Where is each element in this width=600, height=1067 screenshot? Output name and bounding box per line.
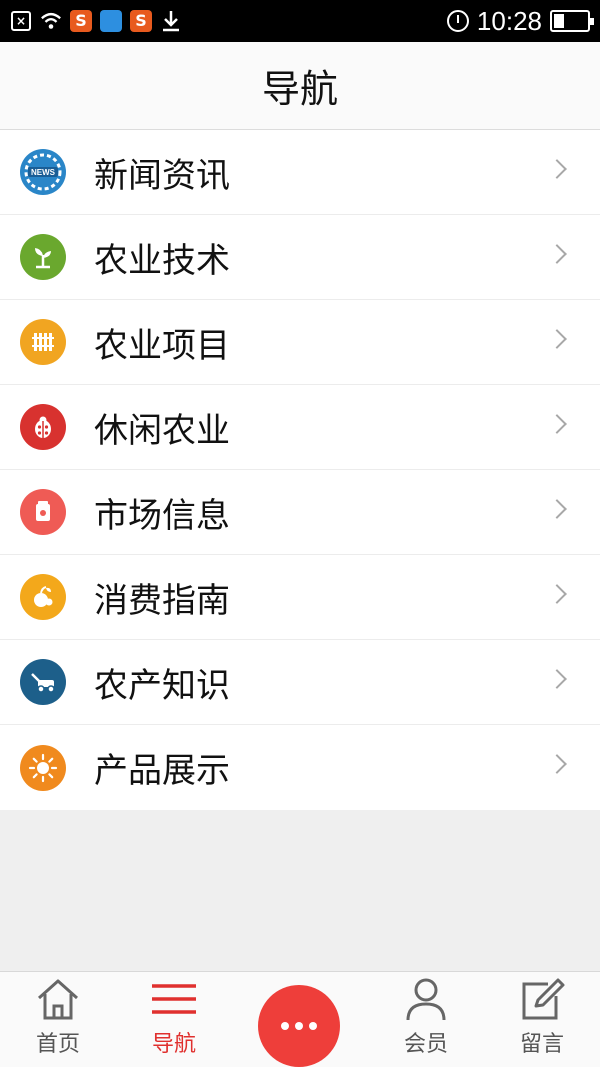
svg-text:NEWS: NEWS (31, 168, 56, 177)
chevron-right-icon (547, 499, 567, 519)
lawnmower-icon (20, 659, 66, 705)
close-box-icon: × (10, 10, 32, 32)
sogou-icon: S (130, 10, 152, 32)
tab-member-label: 会员 (403, 1032, 448, 1057)
chevron-right-icon (547, 669, 567, 689)
nav-item-agri-project[interactable]: 农业项目 (0, 300, 600, 385)
status-bar: × S S 10:28 (0, 0, 600, 42)
nav-item-leisure-agri[interactable]: 休闲农业 (0, 385, 600, 470)
ladybug-icon (20, 404, 66, 450)
nav-item-agri-tech[interactable]: 农业技术 (0, 215, 600, 300)
nav-item-label: 休闲农业 (94, 410, 230, 451)
more-button[interactable] (258, 985, 340, 1067)
sohu-icon: S (70, 10, 92, 32)
nav-item-label: 农业项目 (94, 325, 230, 366)
nav-item-news[interactable]: NEWS 新闻资讯 (0, 130, 600, 215)
chevron-right-icon (547, 244, 567, 264)
tab-nav[interactable]: 导航 (116, 972, 232, 1067)
download-icon (160, 10, 182, 32)
sprout-icon (20, 234, 66, 280)
nav-item-agri-knowledge[interactable]: 农产知识 (0, 640, 600, 725)
weather-icon (100, 10, 122, 32)
fence-icon (20, 319, 66, 365)
battery-icon (550, 10, 594, 32)
home-icon (34, 976, 82, 1022)
nav-item-product-showcase[interactable]: 产品展示 (0, 725, 600, 810)
tab-message-label: 留言 (519, 1032, 564, 1057)
nav-item-market-info[interactable]: 市场信息 (0, 470, 600, 555)
chevron-right-icon (547, 329, 567, 349)
nav-item-label: 消费指南 (94, 580, 230, 621)
sun-icon (20, 744, 66, 791)
status-left: × S S (10, 10, 182, 32)
tab-home-label: 首页 (35, 1032, 80, 1057)
nav-item-label: 农产知识 (94, 665, 230, 706)
bag-icon (20, 489, 66, 535)
user-icon (402, 976, 450, 1022)
nav-item-label: 新闻资讯 (94, 155, 230, 196)
nav-item-label: 市场信息 (94, 495, 230, 536)
more-dots-icon (281, 1022, 317, 1030)
chevron-right-icon (547, 414, 567, 434)
chevron-right-icon (547, 584, 567, 604)
status-time: 10:28 (476, 5, 542, 36)
tab-message[interactable]: 留言 (484, 972, 600, 1067)
status-right: 10:28 (446, 5, 594, 37)
tab-home[interactable]: 首页 (0, 972, 116, 1067)
nav-item-consumer-guide[interactable]: 消费指南 (0, 555, 600, 640)
chevron-right-icon (547, 159, 567, 179)
nav-item-label: 产品展示 (94, 751, 230, 791)
news-icon: NEWS (20, 149, 66, 195)
fruit-icon (20, 574, 66, 620)
menu-icon (150, 976, 198, 1022)
edit-icon (518, 976, 566, 1022)
tab-nav-label: 导航 (151, 1032, 196, 1057)
header: 导航 (0, 42, 600, 130)
page-title: 导航 (261, 67, 338, 111)
chevron-right-icon (547, 754, 567, 774)
tab-member[interactable]: 会员 (368, 972, 484, 1067)
alarm-icon (446, 10, 469, 32)
nav-item-label: 农业技术 (94, 240, 230, 281)
wifi-icon (40, 10, 62, 32)
nav-list: NEWS 新闻资讯 农业技术 农业项目 休闲农业 市场信息 消费指南 农产知识 … (0, 130, 600, 810)
